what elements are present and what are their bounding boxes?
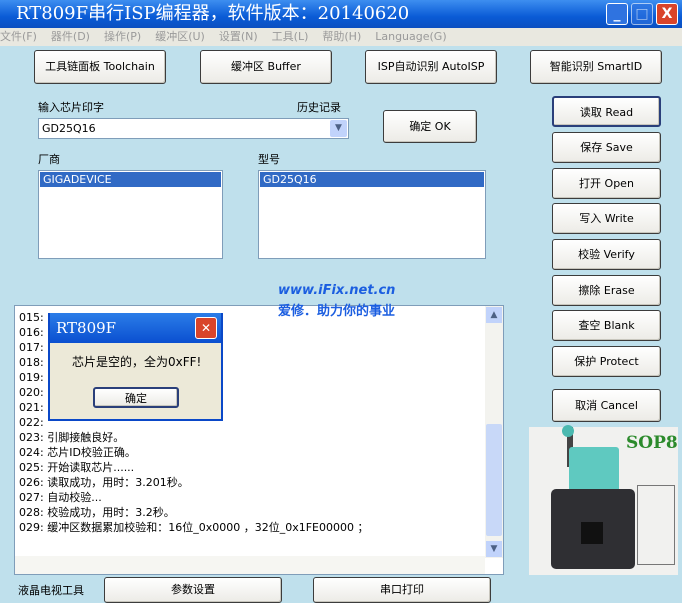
socket-image: SOP8 (529, 425, 678, 575)
smartid-button[interactable]: 智能识别 SmartID (530, 50, 662, 84)
dialog-ok-button[interactable]: 确定 (93, 387, 179, 408)
dialog-message: 芯片是空的，全为0xFF! (72, 355, 202, 369)
chip-input-value: GD25Q16 (42, 122, 96, 135)
params-button[interactable]: 参数设置 (104, 577, 282, 603)
menu-file[interactable]: 文件(F) (0, 30, 37, 43)
menu-device[interactable]: 器件(D) (51, 30, 90, 43)
message-dialog: RT809F ✕ 芯片是空的，全为0xFF! 确定 (48, 313, 223, 421)
list-item[interactable]: GD25Q16 (260, 172, 484, 187)
lcd-tv-tools-label: 液晶电视工具 (18, 584, 84, 597)
log-line: 029: 缓冲区数据累加校验和：16位_0x0000 ，32位_0x1FE000… (19, 521, 369, 534)
socket-label: SOP8 (626, 433, 678, 453)
menu-operation[interactable]: 操作(P) (104, 30, 141, 43)
dialog-close-icon[interactable]: ✕ (195, 317, 217, 339)
scroll-up-icon[interactable]: ▲ (486, 307, 502, 323)
menu-buffer[interactable]: 缓冲区(U) (155, 30, 205, 43)
close-button[interactable]: X (656, 3, 678, 25)
chip-outline (637, 485, 675, 565)
chip-input-combo[interactable]: GD25Q16 ▼ (38, 118, 349, 139)
vendor-list[interactable]: GIGADEVICE (38, 170, 223, 259)
cancel-button[interactable]: 取消 Cancel (552, 389, 661, 422)
horizontal-scrollbar[interactable] (15, 556, 485, 574)
watermark-url: www.iFix.net.cn (278, 283, 396, 298)
vendor-label: 厂商 (38, 153, 60, 166)
minimize-button[interactable]: _ (606, 3, 628, 25)
model-label: 型号 (258, 153, 280, 166)
chip (581, 522, 603, 544)
menu-bar: 文件(F) 器件(D) 操作(P) 缓冲区(U) 设置(N) 工具(L) 帮助(H) Lang… (0, 28, 682, 46)
socket-lever-knob (562, 425, 574, 437)
protect-button[interactable]: 保护 Protect (552, 346, 661, 377)
socket-lid (569, 447, 619, 492)
log-line: 027: 自动校验... (19, 491, 102, 504)
history-label: 历史记录 (297, 101, 341, 114)
window-title: RT809F串行ISP编程器，软件版本：20140620 (16, 3, 410, 24)
model-list[interactable]: GD25Q16 (258, 170, 486, 259)
write-button[interactable]: 写入 Write (552, 203, 661, 234)
vertical-scrollbar[interactable]: ▲ ▼ (485, 306, 503, 558)
chevron-down-icon[interactable]: ▼ (330, 120, 347, 137)
log-line: 024: 芯片ID校验正确。 (19, 446, 136, 459)
title-bar: RT809F串行ISP编程器，软件版本：20140620 (0, 0, 682, 28)
blank-button[interactable]: 查空 Blank (552, 310, 661, 341)
toolchain-button[interactable]: 工具链面板 Toolchain (34, 50, 166, 84)
autoisp-button[interactable]: ISP自动识别 AutoISP (365, 50, 497, 84)
scroll-down-icon[interactable]: ▼ (486, 541, 502, 557)
read-button[interactable]: 读取 Read (552, 96, 661, 127)
menu-tools[interactable]: 工具(L) (272, 30, 309, 43)
log-line: 025: 开始读取芯片...... (19, 461, 135, 474)
chip-input-label: 输入芯片印字 (38, 101, 104, 114)
menu-help[interactable]: 帮助(H) (322, 30, 361, 43)
erase-button[interactable]: 擦除 Erase (552, 275, 661, 306)
log-line: 026: 读取成功，用时：3.201秒。 (19, 476, 189, 489)
log-line: 028: 校验成功，用时：3.2秒。 (19, 506, 175, 519)
log-line: 023: 引脚接触良好。 (19, 431, 125, 444)
open-button[interactable]: 打开 Open (552, 168, 661, 199)
menu-settings[interactable]: 设置(N) (219, 30, 258, 43)
watermark-slogan: 爱修．助力你的事业 (278, 304, 396, 319)
verify-button[interactable]: 校验 Verify (552, 239, 661, 270)
menu-language[interactable]: Language(G) (375, 30, 446, 43)
serial-print-button[interactable]: 串口打印 (313, 577, 491, 603)
dialog-title-text: RT809F (56, 319, 117, 337)
buffer-button[interactable]: 缓冲区 Buffer (200, 50, 332, 84)
scroll-thumb[interactable] (486, 424, 502, 536)
list-item[interactable]: GIGADEVICE (40, 172, 221, 187)
save-button[interactable]: 保存 Save (552, 132, 661, 163)
ok-button[interactable]: 确定 OK (383, 110, 477, 143)
maximize-button[interactable]: □ (631, 3, 653, 25)
